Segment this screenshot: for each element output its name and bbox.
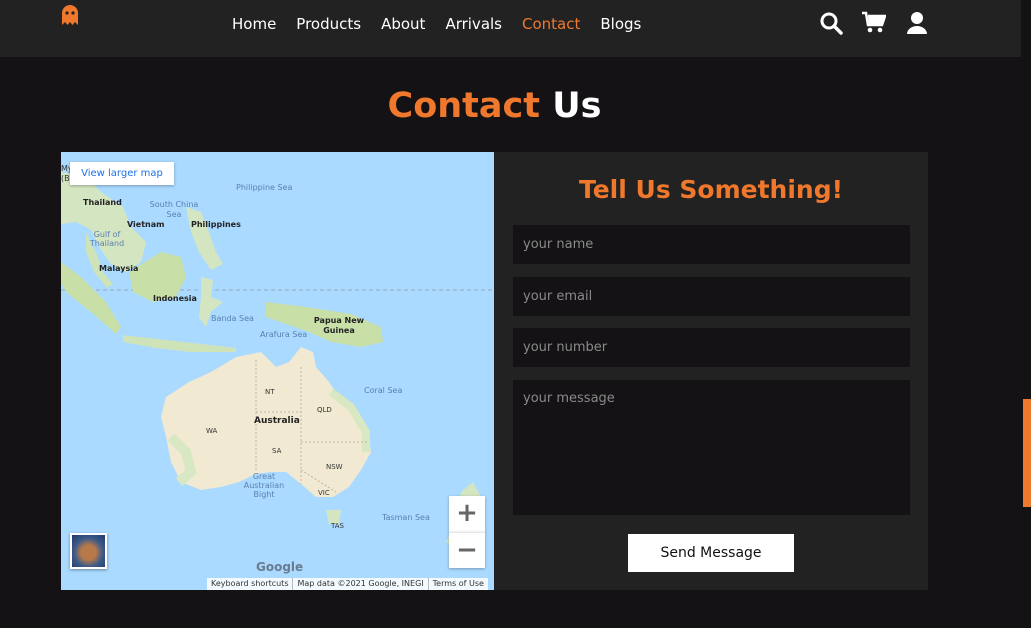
map-label: NT [265,388,275,396]
map-label: WA [206,427,218,435]
map-label: Thailand [83,198,122,207]
map-label: Great Australian Bight [243,472,285,499]
map-label: Vietnam [127,220,165,229]
map-label: SA [272,447,282,455]
map-label: TAS [331,522,344,530]
nav-blogs[interactable]: Blogs [600,13,641,35]
name-input[interactable] [513,225,910,264]
nav-about[interactable]: About [381,13,425,35]
map-landmass [61,172,494,547]
map-label: VIC [318,489,330,497]
cart-icon[interactable] [862,11,887,35]
map-label: Indonesia [153,294,197,303]
nav-products[interactable]: Products [296,13,361,35]
satellite-toggle[interactable] [70,533,107,569]
map-label: South China Sea [149,200,199,219]
scrollbar-track[interactable] [1021,0,1031,628]
form-title: Tell Us Something! [578,175,843,204]
site-header: Home Products About Arrivals Contact Blo… [0,0,1021,57]
title-us: Us [552,86,602,126]
map-attribution: Keyboard shortcuts Map data ©2021 Google… [207,578,488,590]
message-input[interactable] [513,380,910,515]
nav-contact[interactable]: Contact [522,13,580,35]
send-message-button[interactable]: Send Message [628,534,794,572]
contact-form: Tell Us Something! Send Message [494,152,928,590]
map-label: Philippines [191,220,241,229]
zoom-in-button[interactable]: + [449,496,485,532]
number-input[interactable] [513,328,910,367]
scrollbar-thumb[interactable] [1023,399,1031,507]
keyboard-shortcuts-link[interactable]: Keyboard shortcuts [207,578,292,590]
ghost-icon[interactable] [61,4,79,26]
google-logo: Google [256,560,304,574]
search-icon[interactable] [819,11,843,35]
map-label: Papua New Guinea [313,316,365,335]
map-label: Philippine Sea [236,183,293,192]
terms-link[interactable]: Terms of Use [427,578,488,590]
map-label: Banda Sea [211,314,254,323]
zoom-out-button[interactable]: − [449,532,485,568]
map-label: Tasman Sea [382,513,430,522]
map-label: Arafura Sea [260,330,308,339]
map-label: Malaysia [99,264,139,273]
nav-home[interactable]: Home [232,13,276,35]
main-nav: Home Products About Arrivals Contact Blo… [232,13,641,35]
header-icons [819,11,929,35]
map-label: QLD [317,406,332,414]
view-larger-map-link[interactable]: View larger map [70,162,174,185]
map-data-text: Map data ©2021 Google, INEGI [292,578,427,590]
title-contact: Contact [387,86,541,126]
map-label: Coral Sea [364,386,403,395]
google-map[interactable]: My (Ba Thailand Philippine Sea South Chi… [61,152,494,590]
map-label: Australia [254,416,300,426]
user-icon[interactable] [905,11,929,35]
page-title: Contact Us [0,84,989,128]
map-label: NSW [326,463,343,471]
email-input[interactable] [513,277,910,316]
map-label: Gulf of Thailand [89,230,125,248]
nav-arrivals[interactable]: Arrivals [445,13,502,35]
